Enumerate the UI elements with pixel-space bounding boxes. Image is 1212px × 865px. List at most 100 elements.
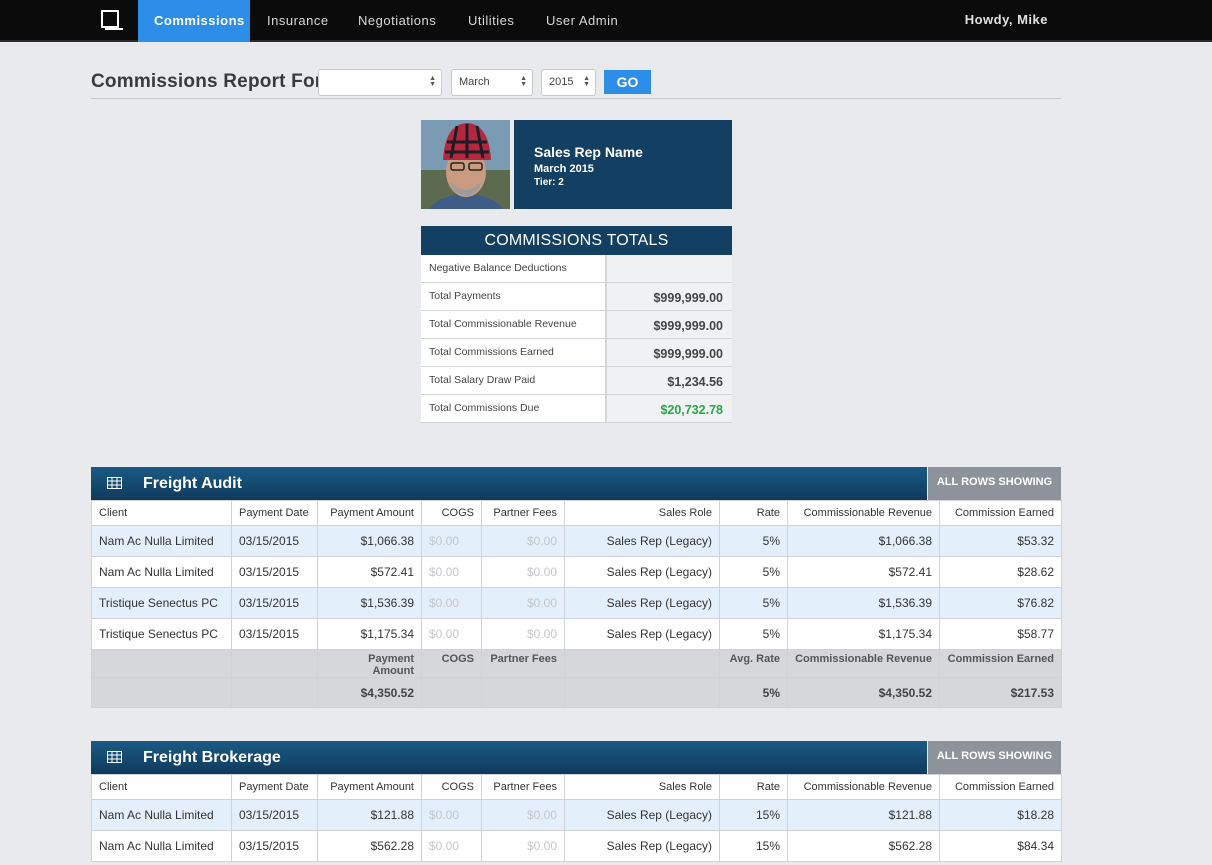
go-button[interactable]: GO (604, 70, 651, 94)
column-header-commissionable-revenue[interactable]: Commissionable Revenue (787, 500, 940, 526)
summary-label (91, 649, 232, 678)
month-select-value: March (459, 76, 490, 88)
summary-value (421, 677, 482, 708)
table-row[interactable]: Nam Ac Nulla Limited 03/15/2015 $121.88 … (91, 799, 1062, 831)
table-grid-icon (107, 751, 122, 763)
report-period: March 2015 (534, 163, 594, 175)
summary-label: COGS (421, 649, 482, 678)
cell-sales-role: Sales Rep (Legacy) (564, 556, 720, 588)
summary-value (564, 677, 720, 708)
column-header-payment-amount[interactable]: Payment Amount (317, 500, 422, 526)
summary-label: Payment Amount (317, 649, 422, 678)
cell-commissionable-revenue: $1,536.39 (787, 587, 940, 619)
totals-label: Total Commissions Earned (421, 339, 607, 366)
cell-payment-date: 03/15/2015 (231, 525, 318, 557)
cell-payment-amount: $1,536.39 (317, 587, 422, 619)
month-select[interactable]: March ▲ ▼ (451, 69, 533, 96)
totals-label: Total Salary Draw Paid (421, 367, 607, 394)
column-header-commission-earned[interactable]: Commission Earned (939, 774, 1062, 800)
top-nav: Commissions Insurance Negotiations Utili… (0, 0, 1212, 42)
avatar (421, 120, 510, 209)
header-divider (91, 98, 1061, 99)
table-row[interactable]: Nam Ac Nulla Limited 03/15/2015 $572.41 … (91, 556, 1062, 588)
column-header-partner-fees[interactable]: Partner Fees (481, 500, 565, 526)
nav-item-insurance[interactable]: Insurance (251, 0, 345, 42)
column-header-sales-role[interactable]: Sales Role (564, 774, 720, 800)
year-select[interactable]: 2015 ▲ ▼ (541, 69, 596, 96)
cell-payment-date: 03/15/2015 (231, 618, 318, 650)
nav-item-commissions[interactable]: Commissions (138, 0, 250, 42)
totals-heading: COMMISSIONS TOTALS (421, 226, 732, 255)
totals-label: Negative Balance Deductions (421, 255, 607, 282)
column-header-rate[interactable]: Rate (719, 500, 788, 526)
cell-cogs: $0.00 (421, 556, 482, 588)
freight-audit-table: Client Payment Date Payment Amount COGS … (91, 500, 1062, 708)
column-header-payment-date[interactable]: Payment Date (231, 774, 318, 800)
sales-rep-select[interactable]: ▲ ▼ (318, 69, 442, 96)
table-row[interactable]: Tristique Senectus PC 03/15/2015 $1,175.… (91, 618, 1062, 650)
table-row[interactable]: Nam Ac Nulla Limited 03/15/2015 $562.28 … (91, 830, 1062, 862)
cell-payment-amount: $562.28 (317, 830, 422, 862)
column-header-client[interactable]: Client (91, 774, 232, 800)
column-header-rate[interactable]: Rate (719, 774, 788, 800)
total-commissions-due-value: $20,732.78 (607, 395, 732, 422)
summary-value (481, 677, 565, 708)
totals-label: Total Commissionable Revenue (421, 311, 607, 338)
cell-client: Nam Ac Nulla Limited (91, 830, 232, 862)
cell-cogs: $0.00 (421, 618, 482, 650)
cell-rate: 5% (719, 556, 788, 588)
select-arrows-icon: ▲ ▼ (429, 75, 436, 88)
cell-cogs: $0.00 (421, 799, 482, 831)
nav-item-utilities[interactable]: Utilities (452, 0, 530, 42)
cell-client: Nam Ac Nulla Limited (91, 799, 232, 831)
cell-payment-date: 03/15/2015 (231, 799, 318, 831)
cell-cogs: $0.00 (421, 830, 482, 862)
cell-payment-amount: $1,175.34 (317, 618, 422, 650)
profile-card: Sales Rep Name March 2015 Tier: 2 (514, 120, 732, 209)
totals-row: Total Commissionable Revenue $999,999.00 (421, 311, 732, 339)
nav-item-negotiations[interactable]: Negotiations (342, 0, 452, 42)
cell-partner-fees: $0.00 (481, 556, 565, 588)
cell-rate: 5% (719, 525, 788, 557)
cell-rate: 15% (719, 830, 788, 862)
rows-showing-toggle[interactable]: ALL ROWS SHOWING (928, 741, 1061, 774)
cell-cogs: $0.00 (421, 587, 482, 619)
rep-tier: Tier: 2 (534, 177, 564, 188)
freight-brokerage-section: Freight Brokerage ALL ROWS SHOWING Clien… (91, 741, 1062, 862)
nav-item-user-admin[interactable]: User Admin (530, 0, 634, 42)
column-header-client[interactable]: Client (91, 500, 232, 526)
cell-rate: 15% (719, 799, 788, 831)
cell-sales-role: Sales Rep (Legacy) (564, 618, 720, 650)
cell-client: Tristique Senectus PC (91, 618, 232, 650)
column-header-commissionable-revenue[interactable]: Commissionable Revenue (787, 774, 940, 800)
table-row[interactable]: Tristique Senectus PC 03/15/2015 $1,536.… (91, 587, 1062, 619)
user-greeting[interactable]: Howdy, Mike (965, 0, 1048, 40)
select-arrows-icon: ▲ ▼ (520, 75, 527, 88)
column-header-payment-amount[interactable]: Payment Amount (317, 774, 422, 800)
table-row[interactable]: Nam Ac Nulla Limited 03/15/2015 $1,066.3… (91, 525, 1062, 557)
app-logo-icon[interactable] (101, 10, 123, 31)
totals-row: Negative Balance Deductions (421, 255, 732, 283)
column-header-sales-role[interactable]: Sales Role (564, 500, 720, 526)
cell-commissionable-revenue: $572.41 (787, 556, 940, 588)
column-header-cogs[interactable]: COGS (421, 774, 482, 800)
summary-label (564, 649, 720, 678)
summary-label: Partner Fees (481, 649, 565, 678)
cell-payment-date: 03/15/2015 (231, 830, 318, 862)
column-header-cogs[interactable]: COGS (421, 500, 482, 526)
cell-payment-amount: $121.88 (317, 799, 422, 831)
column-header-partner-fees[interactable]: Partner Fees (481, 774, 565, 800)
totals-value: $999,999.00 (607, 339, 732, 366)
table-grid-icon (107, 477, 122, 489)
freight-audit-section: Freight Audit ALL ROWS SHOWING Client Pa… (91, 467, 1062, 708)
freight-brokerage-table: Client Payment Date Payment Amount COGS … (91, 774, 1062, 862)
totals-label: Total Commissions Due (421, 395, 607, 422)
cell-client: Nam Ac Nulla Limited (91, 525, 232, 557)
column-header-commission-earned[interactable]: Commission Earned (939, 500, 1062, 526)
column-header-payment-date[interactable]: Payment Date (231, 500, 318, 526)
cell-sales-role: Sales Rep (Legacy) (564, 830, 720, 862)
rows-showing-toggle[interactable]: ALL ROWS SHOWING (928, 467, 1061, 500)
cell-cogs: $0.00 (421, 525, 482, 557)
cell-partner-fees: $0.00 (481, 525, 565, 557)
summary-commission-earned: $217.53 (939, 677, 1062, 708)
